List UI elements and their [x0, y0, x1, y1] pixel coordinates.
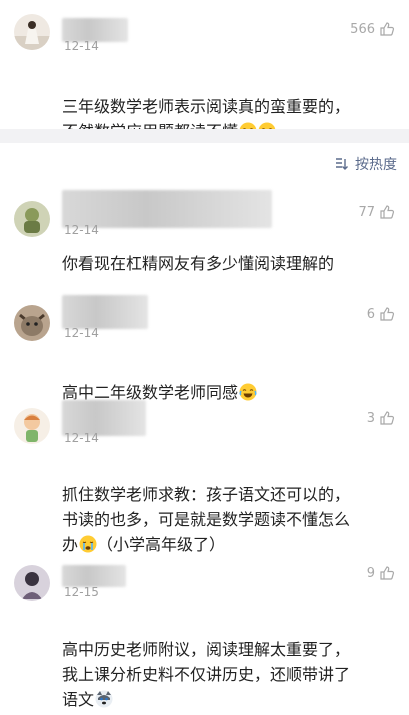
comment-tail: （小学高年级了）	[97, 535, 226, 554]
sort-by-hot-button[interactable]: 按热度	[334, 154, 397, 174]
like-count: 6	[366, 306, 375, 322]
username-blurred[interactable]	[62, 565, 126, 587]
like-button[interactable]: 3	[367, 408, 395, 428]
avatar[interactable]	[14, 305, 50, 341]
thumbs-up-icon	[380, 205, 395, 219]
like-button[interactable]: 566	[350, 19, 395, 39]
like-count: 9	[366, 565, 375, 581]
comment-item: 12-15 9 高中历史老师附议，阅读理解太重要了， 我上课分析史料不仅讲历史，…	[0, 555, 409, 709]
like-button[interactable]: 6	[367, 304, 395, 324]
thumbs-up-icon	[380, 22, 395, 36]
comment-item: 12-14 6 高中二年级数学老师同感	[0, 292, 409, 402]
like-button[interactable]: 77	[358, 202, 395, 222]
avatar[interactable]	[14, 14, 50, 50]
avatar[interactable]	[14, 408, 50, 444]
like-count: 566	[350, 21, 375, 37]
avatar[interactable]	[14, 565, 50, 601]
comment-date: 12-14	[64, 326, 99, 340]
comment-text: 抓住数学老师求教：孩子语文还可以的， 书读的也多，可是就是数学题读不懂怎么 办（…	[62, 457, 394, 557]
thumbs-up-icon	[380, 411, 395, 425]
like-button[interactable]: 9	[367, 563, 395, 583]
avatar[interactable]	[14, 201, 50, 237]
thumbs-up-icon	[380, 566, 395, 580]
sort-icon	[336, 158, 348, 170]
like-count: 3	[366, 410, 375, 426]
comment-item: 12-14 77 你看现在杠精网友有多少懂阅读理解的	[0, 190, 409, 290]
comment-date: 12-14	[64, 431, 99, 445]
like-count: 77	[358, 204, 375, 220]
comment-text: 你看现在杠精网友有多少懂阅读理解的	[62, 254, 335, 273]
comment-pinned: 12-14 566 三年级数学老师表示阅读真的蛮重要的， 不然数学应用题都读不懂	[0, 0, 409, 141]
sort-label: 按热度	[355, 157, 397, 173]
thumbs-up-icon	[380, 307, 395, 321]
crying-emoji-icon	[79, 535, 97, 553]
comment-date: 12-14	[64, 39, 99, 53]
section-divider	[0, 129, 409, 143]
comment-date: 12-15	[64, 585, 99, 599]
comment-text: 高中历史老师附议，阅读理解太重要了， 我上课分析史料不仅讲历史，还顺带讲了 语文	[62, 612, 394, 712]
comment-date: 12-14	[64, 223, 99, 237]
comment-item: 12-14 3 抓住数学老师求教：孩子语文还可以的， 书读的也多，可是就是数学题…	[0, 398, 409, 554]
husky-dog-emoji-icon	[95, 690, 113, 708]
username-blurred[interactable]	[62, 295, 148, 329]
